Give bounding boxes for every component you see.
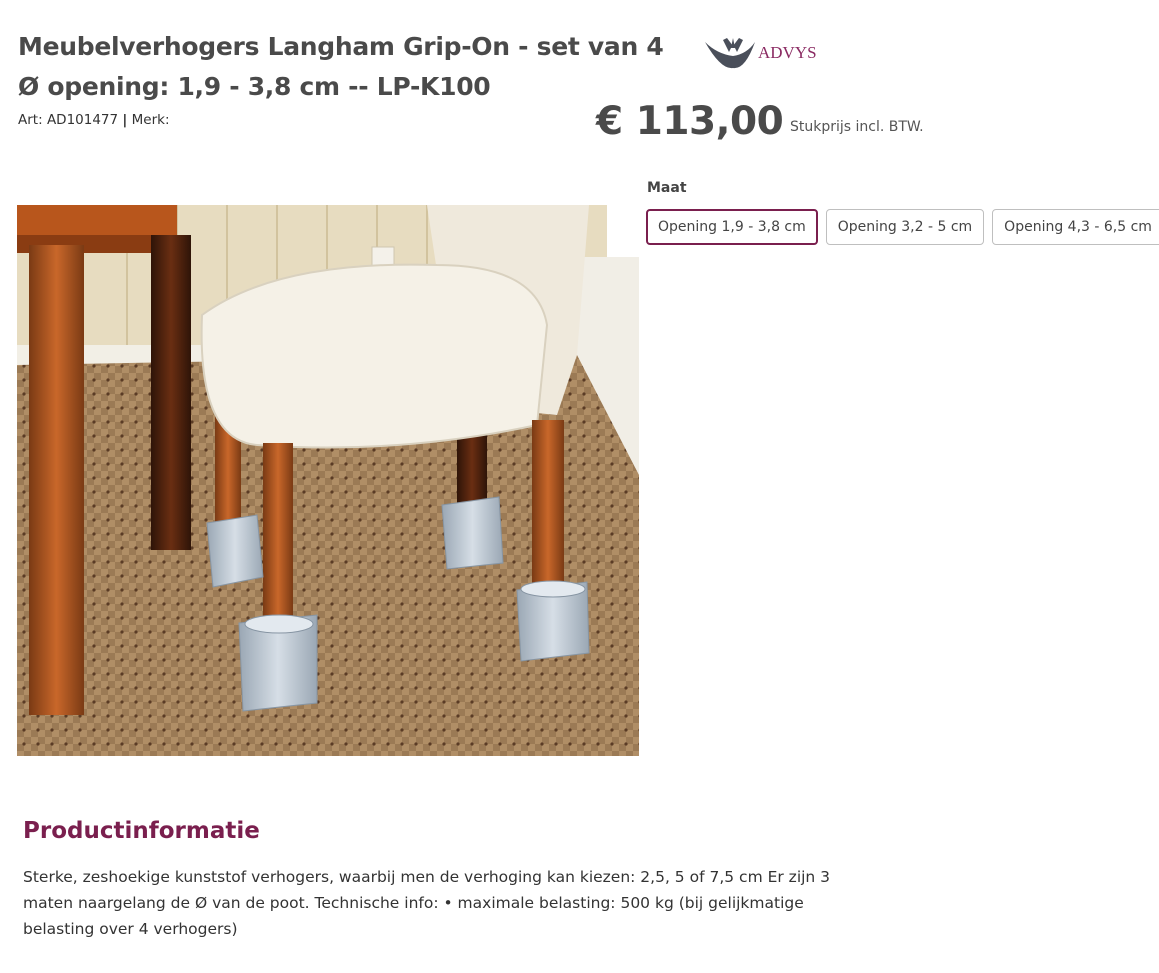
art-number: AD101477: [46, 112, 119, 128]
product-info-text: Sterke, zeshoekige kunststof verhogers, …: [23, 868, 831, 938]
size-option-3-2-5[interactable]: Opening 3,2 - 5 cm: [825, 209, 985, 245]
product-meta: Art: AD101477 | Merk:: [18, 112, 170, 128]
size-label: Maat: [647, 180, 687, 196]
meta-separator: |: [122, 112, 128, 128]
product-price: € 113,00: [596, 99, 784, 144]
size-options: Opening 1,9 - 3,8 cm Opening 3,2 - 5 cm …: [646, 209, 1159, 245]
art-label: Art:: [18, 112, 43, 128]
price-note: Stukprijs incl. BTW.: [790, 119, 924, 135]
product-photo: [17, 205, 639, 756]
brand-emblem-icon: [705, 38, 755, 69]
brand-logo[interactable]: ADVYS: [703, 34, 821, 70]
product-title: Meubelverhogers Langham Grip-On - set va…: [18, 32, 664, 101]
size-option-1-9-3-8[interactable]: Opening 1,9 - 3,8 cm: [646, 209, 818, 245]
product-info-heading: Productinformatie: [23, 818, 260, 844]
size-option-4-3-6-5[interactable]: Opening 4,3 - 6,5 cm: [992, 209, 1159, 245]
product-image[interactable]: [17, 205, 639, 756]
brand-label: Merk:: [131, 112, 170, 128]
brand-logo-text: ADVYS: [758, 43, 817, 62]
